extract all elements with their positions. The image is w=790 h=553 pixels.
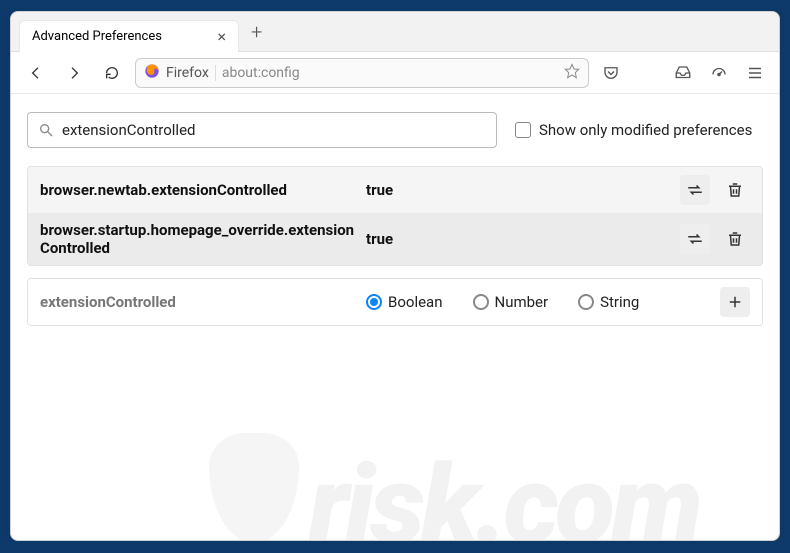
menu-button[interactable]	[741, 59, 769, 87]
search-value: extensionControlled	[62, 121, 195, 139]
radio-icon	[473, 294, 489, 310]
url-separator	[215, 65, 216, 81]
add-pref-name: extensionControlled	[40, 293, 360, 311]
show-modified-label: Show only modified preferences	[539, 121, 752, 139]
pref-actions	[680, 224, 750, 254]
toggle-icon	[686, 230, 704, 248]
type-radio-group: Boolean Number String	[360, 293, 720, 311]
show-modified-checkbox[interactable]: Show only modified preferences	[515, 121, 752, 139]
radio-icon	[366, 294, 382, 310]
toggle-button[interactable]	[680, 224, 710, 254]
add-button[interactable]	[720, 287, 750, 317]
toggle-button[interactable]	[680, 175, 710, 205]
trash-icon	[726, 230, 744, 248]
radio-label: Number	[495, 293, 549, 311]
browser-window: Advanced Preferences × +	[10, 11, 780, 541]
bookmark-star-icon[interactable]	[564, 63, 580, 83]
toggle-icon	[686, 181, 704, 199]
forward-button[interactable]	[59, 58, 89, 88]
radio-string[interactable]: String	[578, 293, 639, 311]
url-address: about:config	[222, 65, 558, 81]
search-input[interactable]: extensionControlled	[27, 112, 497, 148]
pref-row[interactable]: browser.startup.homepage_override.extens…	[28, 213, 762, 265]
navigation-toolbar: Firefox about:config	[11, 52, 779, 94]
new-tab-button[interactable]: +	[251, 20, 262, 44]
watermark: risk.com	[209, 433, 699, 541]
trash-icon	[726, 181, 744, 199]
pref-name: browser.startup.homepage_override.extens…	[40, 221, 360, 257]
window-controls	[711, 24, 771, 40]
extension-icon[interactable]	[633, 59, 661, 87]
tab-close-icon[interactable]: ×	[217, 27, 226, 46]
delete-button[interactable]	[720, 224, 750, 254]
radio-number[interactable]: Number	[473, 293, 549, 311]
pref-name: browser.newtab.extensionControlled	[40, 181, 360, 199]
add-preference-row: extensionControlled Boolean Number Strin…	[27, 278, 763, 326]
titlebar: Advanced Preferences × +	[11, 12, 779, 52]
firefox-logo-icon	[144, 63, 160, 83]
pref-actions	[680, 175, 750, 205]
radio-boolean[interactable]: Boolean	[366, 293, 443, 311]
reload-button[interactable]	[97, 58, 127, 88]
back-button[interactable]	[21, 58, 51, 88]
radio-label: Boolean	[388, 293, 443, 311]
tab-advanced-preferences[interactable]: Advanced Preferences ×	[19, 20, 239, 52]
url-protocol-label: Firefox	[166, 65, 209, 81]
watermark-shield-icon	[209, 433, 299, 541]
plus-icon	[726, 293, 744, 311]
radio-icon	[578, 294, 594, 310]
tab-title: Advanced Preferences	[32, 29, 162, 44]
delete-button[interactable]	[720, 175, 750, 205]
dashboard-icon[interactable]	[705, 59, 733, 87]
pref-value: true	[360, 181, 680, 199]
pocket-icon[interactable]	[597, 59, 625, 87]
search-row: extensionControlled Show only modified p…	[27, 112, 763, 148]
checkbox-icon	[515, 122, 531, 138]
search-icon	[38, 122, 54, 138]
url-bar[interactable]: Firefox about:config	[135, 58, 589, 88]
radio-label: String	[600, 293, 639, 311]
watermark-text: risk.com	[309, 441, 699, 541]
pref-row[interactable]: browser.newtab.extensionControlled true	[28, 167, 762, 213]
inbox-icon[interactable]	[669, 59, 697, 87]
pref-value: true	[360, 230, 680, 248]
preferences-list: browser.newtab.extensionControlled true …	[27, 166, 763, 266]
content-area: extensionControlled Show only modified p…	[11, 94, 779, 344]
